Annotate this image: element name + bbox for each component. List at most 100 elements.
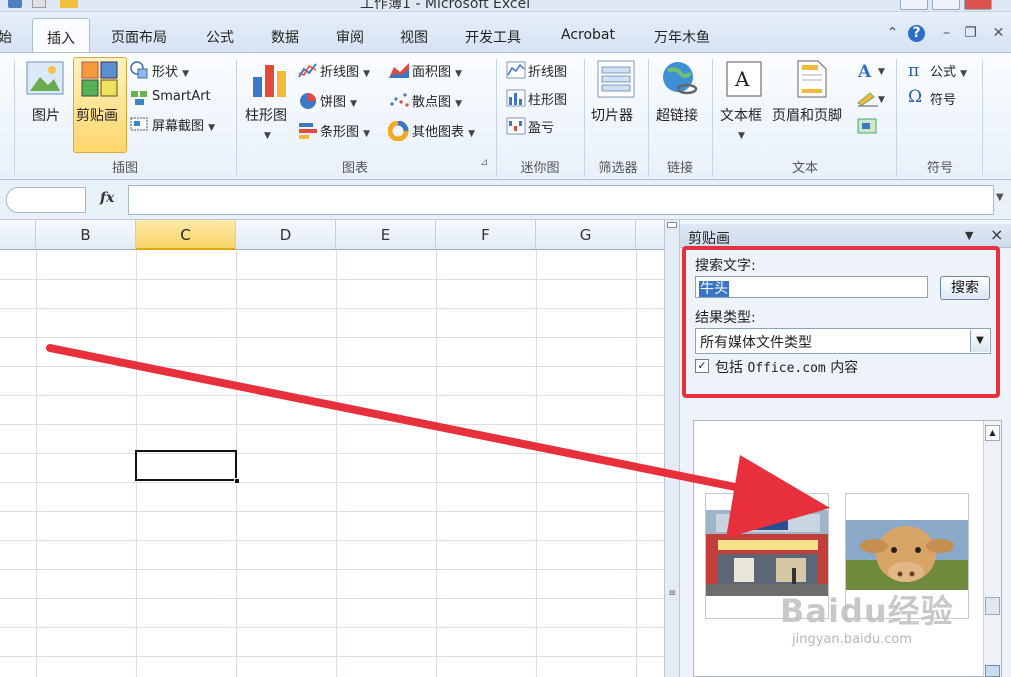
screenshot-button-label[interactable]: 屏幕截图 ▼ — [152, 115, 215, 134]
clipart-icon[interactable] — [81, 61, 119, 97]
maximize-window-button[interactable] — [932, 0, 960, 10]
column-chart-icon[interactable] — [250, 59, 290, 99]
chevron-down-icon[interactable]: ▼ — [878, 91, 885, 106]
worksheet-grid[interactable]: B C D E F G — [0, 220, 664, 677]
close-window-button[interactable] — [964, 0, 992, 10]
column-header-b[interactable]: B — [36, 220, 136, 250]
links-group-label: 链接 — [666, 161, 693, 176]
new-document-icon[interactable] — [32, 0, 46, 8]
smartart-icon[interactable] — [130, 89, 148, 107]
slicer-button-label[interactable]: 切片器 — [591, 105, 633, 125]
signature-line-icon[interactable] — [856, 89, 880, 107]
area-chart-icon[interactable] — [388, 61, 410, 79]
chevron-down-icon[interactable]: ▼ — [996, 192, 1004, 203]
close-icon[interactable]: × — [990, 225, 1003, 244]
minimize-workbook-icon[interactable]: – — [938, 25, 955, 42]
area-chart-button-label[interactable]: 面积图 ▼ — [412, 61, 462, 80]
task-pane-title: 剪贴画 — [688, 231, 730, 247]
save-icon[interactable] — [8, 0, 22, 8]
active-cell[interactable] — [135, 450, 240, 484]
tab-insert[interactable]: 插入 — [32, 18, 90, 53]
other-charts-icon[interactable] — [388, 121, 410, 141]
shapes-icon[interactable] — [130, 61, 148, 79]
symbol-button-label[interactable]: 符号 — [930, 89, 956, 108]
pie-chart-icon[interactable] — [298, 91, 318, 109]
header-footer-icon[interactable] — [796, 59, 828, 99]
chevron-down-icon[interactable]: ▼ — [738, 127, 745, 142]
task-pane-splitter[interactable]: ≡ — [664, 220, 680, 677]
omega-icon[interactable]: Ω — [908, 87, 922, 107]
scroll-down-icon[interactable] — [985, 665, 1000, 677]
scatter-chart-icon[interactable] — [388, 91, 410, 109]
split-box[interactable] — [667, 222, 677, 228]
textbox-button-label[interactable]: 文本框 — [720, 105, 762, 125]
column-header-h[interactable] — [636, 220, 664, 250]
equation-label: 公式 — [930, 65, 957, 80]
column-header-d[interactable]: D — [236, 220, 336, 250]
column-header-f[interactable]: F — [436, 220, 536, 250]
close-workbook-icon[interactable]: ✕ — [990, 25, 1007, 42]
tab-home[interactable]: 始 — [0, 27, 12, 47]
line-chart-button-label[interactable]: 折线图 ▼ — [320, 61, 370, 80]
insert-function-icon[interactable]: fx — [100, 190, 114, 206]
scroll-thumb[interactable] — [985, 597, 1000, 615]
pie-chart-button-label[interactable]: 饼图 ▼ — [320, 91, 357, 110]
line-chart-icon[interactable] — [298, 61, 318, 79]
shapes-button-label[interactable]: 形状 ▼ — [152, 61, 189, 80]
ribbon-collapse-icon[interactable]: ⌃ — [884, 25, 901, 42]
chevron-down-icon[interactable]: ▼ — [264, 127, 271, 142]
smartart-button-label[interactable]: SmartArt — [152, 89, 211, 104]
tab-page-layout[interactable]: 页面布局 — [111, 27, 167, 47]
column-header-c[interactable]: C — [136, 220, 236, 250]
tab-formulas[interactable]: 公式 — [206, 27, 234, 47]
text-group-label: 文本 — [791, 161, 818, 176]
textbox-icon[interactable]: A — [724, 59, 764, 99]
header-footer-button-label[interactable]: 页眉和页脚 — [772, 105, 842, 125]
task-pane-options-icon[interactable]: ▼ — [965, 229, 973, 242]
screenshot-icon[interactable] — [130, 115, 148, 133]
help-icon[interactable]: ? — [908, 25, 925, 42]
sparkline-column-icon[interactable] — [506, 89, 526, 107]
grip-icon[interactable]: ≡ — [668, 588, 676, 599]
sparkline-column-button-label[interactable]: 柱形图 — [528, 89, 567, 108]
slicer-icon[interactable] — [596, 59, 636, 99]
tab-acrobat[interactable]: Acrobat — [561, 27, 615, 43]
bar-chart-icon[interactable] — [298, 121, 318, 139]
insert-object-icon[interactable] — [856, 117, 880, 135]
wordart-icon[interactable]: A — [856, 61, 880, 79]
hyperlink-icon[interactable] — [660, 59, 700, 99]
other-charts-button-label[interactable]: 其他图表 ▼ — [412, 121, 475, 140]
sparkline-line-button-label[interactable]: 折线图 — [528, 61, 567, 80]
dialog-launcher-icon[interactable]: ⊿ — [480, 157, 488, 168]
chevron-down-icon: ▼ — [208, 123, 216, 133]
sparkline-winloss-icon[interactable] — [506, 117, 526, 135]
tab-review[interactable]: 审阅 — [336, 27, 364, 47]
open-folder-icon[interactable] — [60, 0, 78, 8]
clipart-button-label[interactable]: 剪贴画 — [76, 105, 118, 125]
fill-handle[interactable] — [234, 478, 240, 484]
name-box[interactable] — [6, 187, 86, 213]
tab-data[interactable]: 数据 — [271, 27, 299, 47]
hyperlink-button-label[interactable]: 超链接 — [656, 105, 698, 125]
equation-button-label[interactable]: 公式 ▼ — [930, 61, 967, 80]
column-chart-button-label[interactable]: 柱形图 — [245, 105, 287, 125]
sparkline-line-icon[interactable] — [506, 61, 526, 79]
minimize-window-button[interactable] — [900, 0, 928, 10]
column-header-g[interactable]: G — [536, 220, 636, 250]
tab-custom[interactable]: 万年木鱼 — [654, 27, 710, 47]
tab-developer[interactable]: 开发工具 — [465, 27, 521, 47]
pi-icon[interactable]: π — [908, 61, 919, 81]
restore-workbook-icon[interactable]: ❐ — [962, 25, 979, 42]
scatter-chart-button-label[interactable]: 散点图 ▼ — [412, 91, 462, 110]
tab-view[interactable]: 视图 — [400, 27, 428, 47]
picture-button-label[interactable]: 图片 — [32, 105, 60, 125]
results-scrollbar[interactable]: ▲ — [983, 421, 1001, 677]
picture-icon[interactable] — [26, 61, 64, 97]
formula-input[interactable] — [128, 185, 994, 215]
bar-chart-button-label[interactable]: 条形图 ▼ — [320, 121, 370, 140]
scroll-up-icon[interactable]: ▲ — [985, 425, 1000, 441]
sparkline-winloss-button-label[interactable]: 盈亏 — [528, 117, 554, 136]
column-header-a[interactable] — [0, 220, 36, 250]
chevron-down-icon[interactable]: ▼ — [878, 63, 885, 78]
column-header-e[interactable]: E — [336, 220, 436, 250]
